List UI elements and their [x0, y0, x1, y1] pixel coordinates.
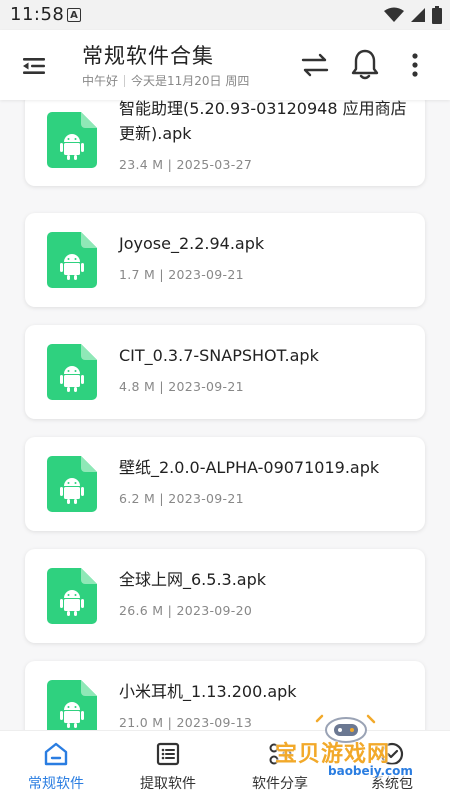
file-name: CIT_0.3.7-SNAPSHOT.apk: [119, 346, 319, 365]
greeting-text: 中午好: [82, 74, 119, 88]
notification-a-icon: A: [67, 8, 81, 22]
apk-file-icon: [47, 232, 97, 288]
date-text: 今天是11月20日 周四: [131, 74, 250, 88]
page-subtitle: 中午好 今天是11月20日 周四: [82, 72, 249, 89]
nav-label: 提取软件: [140, 776, 196, 792]
battery-icon: [432, 6, 442, 24]
file-card[interactable]: 壁纸_2.0.0-ALPHA-09071019.apk 6.2 M | 2023…: [25, 437, 425, 531]
file-name: 全球上网_6.5.3.apk: [119, 570, 267, 589]
status-icons: [384, 6, 442, 24]
more-vertical-icon[interactable]: [405, 50, 425, 80]
apk-file-icon: [47, 112, 97, 168]
file-meta: 1.7 M | 2023-09-21: [119, 267, 244, 282]
file-list: 智能助理(5.20.93-03120948 应用商店更新).apk 23.4 M…: [0, 100, 450, 730]
app-bar: 常规软件合集 中午好 今天是11月20日 周四: [0, 30, 450, 100]
nav-item-regular-software[interactable]: 常规软件: [0, 731, 112, 801]
file-card[interactable]: Joyose_2.2.94.apk 1.7 M | 2023-09-21: [25, 213, 425, 307]
status-bar: 11:58 A: [0, 0, 450, 30]
file-meta: 21.0 M | 2023-09-13: [119, 715, 253, 730]
status-time: 11:58: [10, 4, 65, 25]
menu-collapse-icon[interactable]: [20, 52, 48, 80]
file-name: Joyose_2.2.94.apk: [119, 234, 265, 253]
nav-item-extract-software[interactable]: 提取软件: [112, 731, 224, 801]
file-card[interactable]: CIT_0.3.7-SNAPSHOT.apk 4.8 M | 2023-09-2…: [25, 325, 425, 419]
apk-file-icon: [47, 680, 97, 730]
page-title: 常规软件合集: [82, 44, 214, 68]
signal-icon: [411, 8, 425, 22]
file-meta: 23.4 M | 2025-03-27: [119, 157, 253, 172]
watermark-url: baobeiy.com: [325, 764, 416, 778]
file-card[interactable]: 智能助理(5.20.93-03120948 应用商店更新).apk 23.4 M…: [25, 100, 425, 186]
file-card[interactable]: 全球上网_6.5.3.apk 26.6 M | 2023-09-20: [25, 549, 425, 643]
file-meta: 26.6 M | 2023-09-20: [119, 603, 253, 618]
bell-icon[interactable]: [350, 47, 380, 81]
subtitle-divider: [124, 74, 126, 87]
file-name: 智能助理(5.20.93-03120948 应用商店更新).apk: [119, 100, 407, 143]
file-name: 壁纸_2.0.0-ALPHA-09071019.apk: [119, 458, 380, 477]
file-meta: 6.2 M | 2023-09-21: [119, 491, 244, 506]
apk-file-icon: [47, 456, 97, 512]
file-meta: 4.8 M | 2023-09-21: [119, 379, 244, 394]
wifi-icon: [384, 7, 404, 22]
nav-label: 常规软件: [28, 776, 84, 792]
home-icon: [44, 742, 68, 766]
list-icon: [156, 742, 180, 766]
apk-file-icon: [47, 568, 97, 624]
apk-file-icon: [47, 344, 97, 400]
swap-icon[interactable]: [300, 50, 330, 80]
file-name: 小米耳机_1.13.200.apk: [119, 682, 297, 701]
